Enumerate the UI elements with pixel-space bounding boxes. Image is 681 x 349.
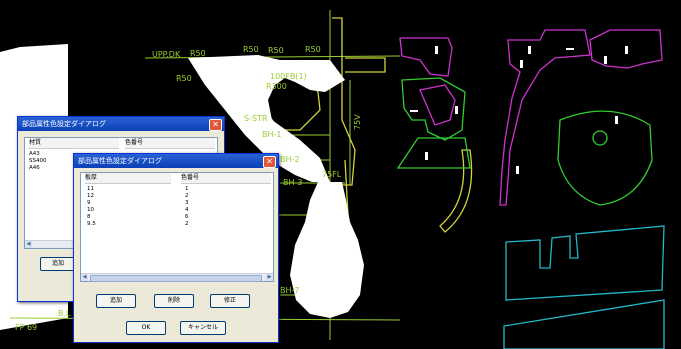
label-upp-dk: UPP.DK (152, 50, 181, 59)
list-item[interactable]: 12 (87, 193, 94, 199)
scroll-right-icon[interactable]: ▶ (266, 274, 273, 281)
column-header-color[interactable]: 色番号 (125, 138, 215, 149)
column-header-thickness[interactable]: 板厚 (85, 173, 171, 184)
column-header-color[interactable]: 色番号 (181, 173, 271, 184)
list-item[interactable]: 2 (185, 221, 189, 227)
label-100fb: 100FB(1) (270, 72, 307, 81)
list-item[interactable]: 3 (185, 200, 189, 206)
label-bl: B.L (58, 309, 71, 318)
thickness-dialog-titlebar[interactable]: 部品属性色設定ダイアログ ✕ (74, 154, 278, 168)
label-r50-c: R50 (268, 46, 284, 55)
column-header-material[interactable]: 材質 (29, 138, 119, 149)
green-parts (396, 77, 653, 206)
horizontal-scrollbar[interactable]: ◀ ▶ (81, 273, 273, 282)
modify-button[interactable]: 修正 (210, 294, 250, 308)
scroll-left-icon[interactable]: ◀ (25, 241, 32, 248)
label-r300: R300 (266, 82, 287, 91)
cyan-parts (503, 225, 665, 349)
list-item[interactable]: A43 (29, 151, 40, 157)
list-item[interactable]: 1 (185, 186, 189, 192)
scrollbar-thumb[interactable] (90, 275, 262, 282)
list-item[interactable]: 8 (87, 214, 91, 220)
close-icon[interactable]: ✕ (263, 156, 276, 168)
label-75v: 75V (353, 114, 362, 130)
label-s-str: S-STR (244, 114, 268, 123)
label-fp69: FP 69 (15, 323, 37, 332)
label-bh1: BH-1 (262, 130, 281, 139)
label-r50-left: R50 (176, 74, 192, 83)
cancel-button[interactable]: キャンセル (180, 321, 226, 335)
thickness-dialog-title: 部品属性色設定ダイアログ (78, 157, 162, 165)
material-dialog-title: 部品属性色設定ダイアログ (22, 120, 106, 128)
list-item[interactable]: 6 (185, 214, 189, 220)
material-dialog-titlebar[interactable]: 部品属性色設定ダイアログ ✕ (18, 117, 224, 131)
label-r50-d: R50 (305, 45, 321, 54)
list-item[interactable]: 9.5 (87, 221, 96, 227)
delete-button[interactable]: 削除 (154, 294, 194, 308)
add-button[interactable]: 追加 (40, 257, 76, 271)
scroll-left-icon[interactable]: ◀ (81, 274, 88, 281)
close-icon[interactable]: ✕ (209, 119, 222, 131)
magenta-parts (399, 29, 663, 206)
add-button[interactable]: 追加 (96, 294, 136, 308)
yellow-stiffener (265, 17, 473, 241)
label-bh2: BH-2 (280, 155, 299, 164)
label-r50-a: R50 (190, 49, 206, 58)
list-item[interactable]: A46 (29, 165, 40, 171)
thickness-color-dialog: 部品属性色設定ダイアログ ✕ 板厚 色番号 11 1 12 2 9 3 10 4… (73, 153, 279, 343)
thickness-list[interactable]: 板厚 色番号 11 1 12 2 9 3 10 4 8 6 9.5 2 ◀ ▶ (80, 172, 274, 282)
label-bh3: BH-3 (283, 178, 302, 187)
list-item[interactable]: 11 (87, 186, 94, 192)
list-item[interactable]: 2 (185, 193, 189, 199)
label-75fl: 75FL (322, 170, 342, 179)
hull-section-bulb (290, 182, 364, 318)
ok-button[interactable]: OK (126, 321, 166, 335)
label-r50-b: R50 (243, 45, 259, 54)
list-item[interactable]: SS400 (29, 158, 46, 164)
list-item[interactable]: 10 (87, 207, 94, 213)
label-bh7: BH-7 (280, 286, 299, 295)
list-item[interactable]: 9 (87, 200, 91, 206)
list-item[interactable]: 4 (185, 207, 189, 213)
